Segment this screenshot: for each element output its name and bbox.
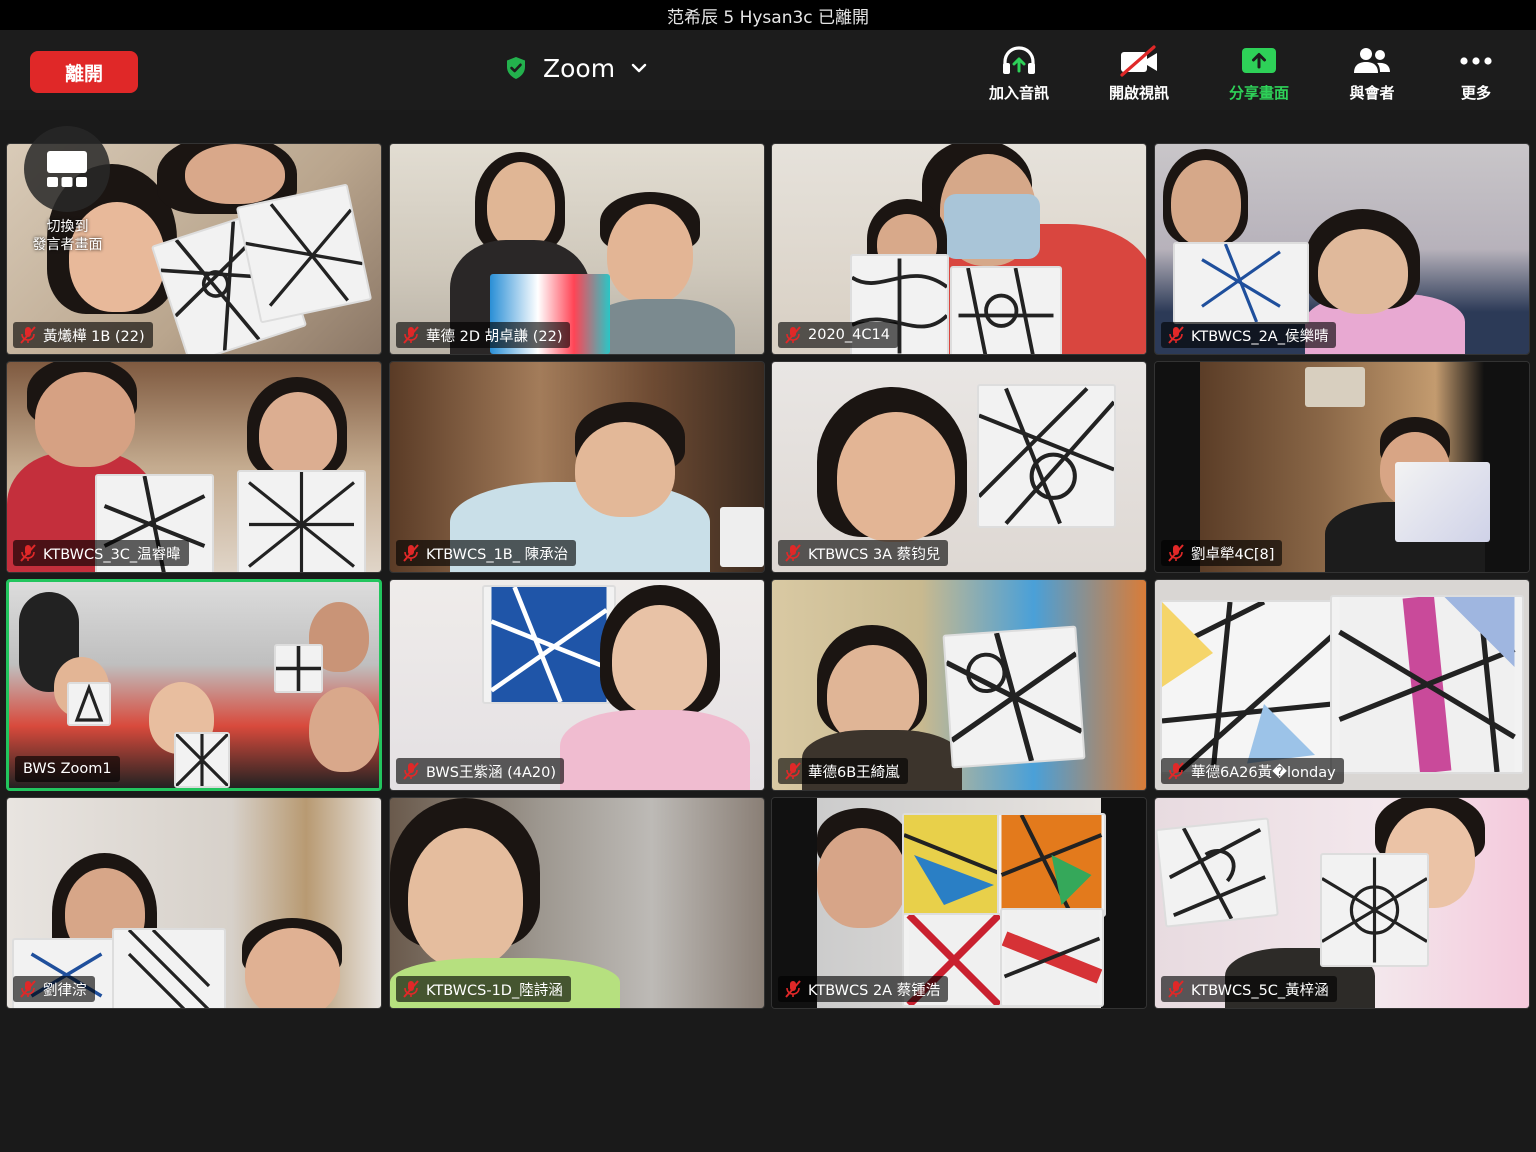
participants-label: 與會者 — [1349, 84, 1395, 102]
join-audio-button[interactable]: 加入音訊 — [971, 44, 1067, 104]
participant-name: KTBWCS_5C_黃梓涵 — [1191, 982, 1329, 999]
start-video-label: 開啟視訊 — [1108, 84, 1169, 102]
mic-muted-icon — [1168, 980, 1184, 998]
participant-name: 華德 2D 胡卓謙 (22) — [426, 328, 563, 345]
mic-muted-icon — [20, 544, 36, 562]
participant-name-tag: KTBWCS_3C_温睿暐 — [13, 540, 189, 566]
mic-muted-icon — [1168, 544, 1184, 562]
participant-name: 劉卓犖4C[8] — [1191, 546, 1275, 563]
mic-muted-icon — [785, 762, 801, 780]
share-screen-button[interactable]: 分享畫面 — [1211, 44, 1307, 104]
mic-muted-icon — [403, 326, 419, 344]
participant-name: BWS Zoom1 — [23, 761, 112, 777]
participant-name-tag: 劉卓犖4C[8] — [1161, 540, 1283, 566]
mic-muted-icon — [403, 980, 419, 998]
video-tile[interactable]: KTBWCS-1D_陸詩涵 — [389, 797, 765, 1009]
chevron-down-icon[interactable] — [631, 62, 647, 74]
mic-muted-icon — [785, 980, 801, 998]
switch-to-speaker-view-label[interactable]: 切換到 發言者畫面 — [20, 218, 115, 254]
participant-name: KTBWCS_1B_ 陳承治 — [426, 546, 569, 563]
participants-button[interactable]: 與會者 — [1324, 44, 1420, 104]
more-icon — [1458, 44, 1494, 78]
video-tile[interactable]: BWS王紫涵 (4A20) — [389, 579, 765, 791]
mic-muted-icon — [403, 762, 419, 780]
participant-name-tag: KTBWCS_5C_黃梓涵 — [1161, 976, 1337, 1002]
meeting-toolbar: 離開 Zoom 加入音訊 開啟視訊 分享畫面 與會者 更多 — [0, 30, 1536, 110]
share-screen-label: 分享畫面 — [1228, 84, 1289, 102]
video-tile[interactable]: KTBWCS 2A 蔡锺浩 — [771, 797, 1147, 1009]
video-tile[interactable]: KTBWCS_5C_黃梓涵 — [1154, 797, 1530, 1009]
speaker-view-icon — [47, 151, 87, 187]
participant-name-tag: KTBWCS 2A 蔡锺浩 — [778, 976, 949, 1002]
participant-name: BWS王紫涵 (4A20) — [426, 764, 556, 781]
participant-name-tag: KTBWCS-1D_陸詩涵 — [396, 976, 571, 1002]
video-tile[interactable]: KTBWCS_2A_侯樂晴 — [1154, 143, 1530, 355]
participant-name-tag: 華德6B王綺嵐 — [778, 758, 908, 784]
participant-name: KTBWCS 3A 蔡钧兒 — [808, 546, 941, 563]
participant-name-tag: 黃爔樺 1B (22) — [13, 322, 153, 348]
participant-name: KTBWCS 2A 蔡锺浩 — [808, 982, 941, 999]
video-tile[interactable]: KTBWCS_1B_ 陳承治 — [389, 361, 765, 573]
video-tile[interactable]: 劉卓犖4C[8] — [1154, 361, 1530, 573]
mic-muted-icon — [1168, 762, 1184, 780]
mic-muted-icon — [785, 544, 801, 562]
participant-name-tag: KTBWCS_2A_侯樂晴 — [1161, 322, 1337, 348]
participant-name-tag: 華德6A26黃�londay — [1161, 758, 1344, 784]
mic-muted-icon — [20, 980, 36, 998]
meeting-notice-bar: 范希辰 5 Hysan3c 已離開 — [0, 0, 1536, 30]
video-tile-active-speaker[interactable]: BWS Zoom1 — [6, 579, 382, 791]
participant-name-tag: 華德 2D 胡卓謙 (22) — [396, 322, 571, 348]
participant-name-tag: 2020_4C14 — [778, 322, 898, 348]
mic-muted-icon — [403, 544, 419, 562]
mic-muted-icon — [20, 326, 36, 344]
leave-notice-text: 范希辰 5 Hysan3c 已離開 — [666, 7, 870, 28]
meeting-title-dropdown[interactable]: Zoom — [505, 48, 647, 88]
video-off-icon — [1118, 44, 1160, 78]
headphones-icon — [1000, 44, 1038, 78]
participant-name: KTBWCS_2A_侯樂晴 — [1191, 328, 1329, 345]
mic-muted-icon — [785, 326, 801, 344]
video-tile[interactable]: 劉律淙 — [6, 797, 382, 1009]
participant-name: KTBWCS_3C_温睿暐 — [43, 546, 181, 563]
participant-name: 劉律淙 — [43, 982, 87, 999]
participant-name: 華德6A26黃�londay — [1191, 764, 1336, 781]
video-tile[interactable]: 華德 2D 胡卓謙 (22) — [389, 143, 765, 355]
participant-name: KTBWCS-1D_陸詩涵 — [426, 982, 563, 999]
participant-name-tag: 劉律淙 — [13, 976, 95, 1002]
participant-name-tag: KTBWCS_1B_ 陳承治 — [396, 540, 577, 566]
participants-icon — [1352, 44, 1392, 78]
security-shield-icon[interactable] — [505, 56, 527, 80]
participant-name: 2020_4C14 — [808, 327, 890, 343]
participant-name: 華德6B王綺嵐 — [808, 764, 900, 781]
meeting-title: Zoom — [543, 53, 616, 83]
video-tile[interactable]: 華德6A26黃�londay — [1154, 579, 1530, 791]
video-tile[interactable]: 華德6B王綺嵐 — [771, 579, 1147, 791]
video-tile[interactable]: KTBWCS 3A 蔡钧兒 — [771, 361, 1147, 573]
mic-muted-icon — [1168, 326, 1184, 344]
video-tile[interactable]: 2020_4C14 — [771, 143, 1147, 355]
video-tile[interactable]: KTBWCS_3C_温睿暐 — [6, 361, 382, 573]
more-button[interactable]: 更多 — [1428, 44, 1524, 104]
start-video-button[interactable]: 開啟視訊 — [1091, 44, 1187, 104]
join-audio-label: 加入音訊 — [988, 84, 1049, 102]
leave-button[interactable]: 離開 — [30, 51, 138, 93]
share-screen-icon — [1240, 44, 1278, 78]
participant-name-tag: KTBWCS 3A 蔡钧兒 — [778, 540, 949, 566]
more-label: 更多 — [1460, 84, 1491, 102]
participant-name-tag: BWS王紫涵 (4A20) — [396, 758, 564, 784]
participant-name-tag: BWS Zoom1 — [15, 756, 120, 782]
switch-to-speaker-view-button[interactable] — [24, 126, 110, 212]
participant-name: 黃爔樺 1B (22) — [43, 328, 145, 345]
